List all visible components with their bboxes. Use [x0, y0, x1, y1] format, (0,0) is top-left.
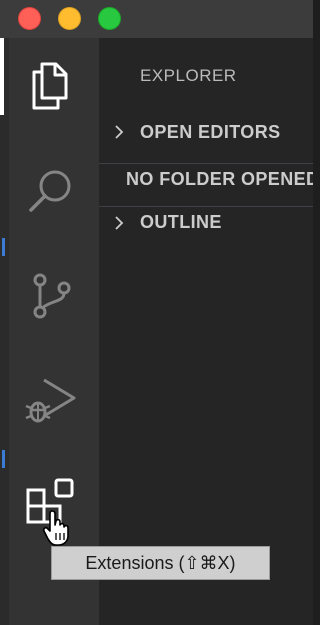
section-no-folder[interactable]: NO FOLDER OPENED	[99, 163, 313, 195]
vscode-window: EXPLORER OPEN EDITORS NO FOLDER OPENED O…	[0, 0, 313, 625]
title-bar	[0, 0, 313, 38]
sidebar-title: EXPLORER	[140, 66, 237, 85]
edge-accent	[2, 450, 5, 468]
search-icon	[29, 170, 71, 212]
activity-explorer-button[interactable]	[22, 58, 78, 114]
files-icon	[32, 62, 68, 110]
debug-icon	[25, 378, 76, 423]
extensions-tooltip: Extensions (⇧⌘X)	[51, 546, 270, 580]
section-label: NO FOLDER OPENED	[126, 169, 313, 189]
section-label: OPEN EDITORS	[140, 121, 281, 142]
minimize-window-button[interactable]	[58, 7, 81, 30]
edge-accent	[2, 238, 5, 256]
chevron-right-icon	[115, 125, 124, 139]
source-control-icon	[33, 273, 71, 319]
zoom-window-button[interactable]	[98, 7, 121, 30]
activity-run-debug-button[interactable]	[22, 372, 78, 428]
section-open-editors[interactable]: OPEN EDITORS	[99, 116, 313, 148]
close-window-button[interactable]	[18, 7, 41, 30]
section-label: OUTLINE	[140, 212, 222, 232]
activity-search-button[interactable]	[22, 164, 78, 220]
explorer-sidebar: EXPLORER OPEN EDITORS NO FOLDER OPENED O…	[99, 38, 313, 625]
window-left-edge	[0, 38, 9, 625]
chevron-right-icon	[115, 215, 124, 230]
activity-source-control-button[interactable]	[22, 268, 78, 324]
hand-cursor-icon	[42, 510, 69, 546]
active-item-indicator	[0, 38, 4, 115]
section-outline[interactable]: OUTLINE	[99, 206, 313, 238]
